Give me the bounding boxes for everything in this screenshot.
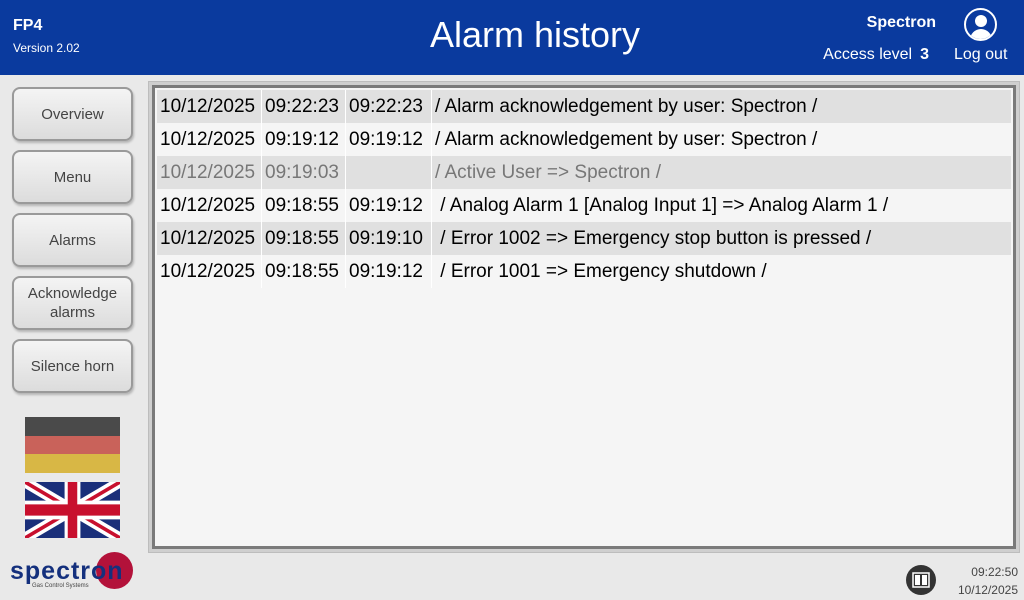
cell-time-off	[345, 156, 431, 189]
menu-button[interactable]: Menu	[12, 150, 133, 204]
table-row[interactable]: 10/12/2025 09:18:55 09:19:12 / Analog Al…	[157, 189, 1011, 222]
uk-flag-icon[interactable]	[22, 476, 123, 544]
cell-message: / Error 1001 => Emergency shutdown /	[431, 255, 1011, 288]
cell-date: 10/12/2025	[160, 95, 256, 117]
table-row[interactable]: 10/12/2025 09:19:03 / Active User => Spe…	[157, 156, 1011, 189]
access-level-value: 3	[920, 46, 929, 63]
table-row[interactable]: 10/12/2025 09:18:55 09:19:10 / Error 100…	[157, 222, 1011, 255]
overview-button[interactable]: Overview	[12, 87, 133, 141]
cell-message: / Analog Alarm 1 [Analog Input 1] => Ana…	[431, 189, 1011, 222]
current-user: Spectron	[866, 14, 936, 31]
cell-date: 10/12/2025	[160, 260, 256, 282]
table-row[interactable]: 10/12/2025 09:22:23 09:22:23 / Alarm ack…	[157, 90, 1011, 123]
cell-time-on: 09:18:55	[261, 189, 345, 222]
cell-date: 10/12/2025	[160, 128, 256, 150]
cell-time-off: 09:19:12	[345, 255, 431, 288]
logout-button[interactable]: Log out	[954, 46, 1007, 64]
alarm-history-table[interactable]: 10/12/2025 09:22:23 09:22:23 / Alarm ack…	[157, 90, 1011, 288]
cell-time-on: 09:18:55	[261, 255, 345, 288]
cell-date: 10/12/2025	[160, 227, 256, 249]
header-bar: FP4 Version 2.02 Alarm history Spectron …	[0, 0, 1024, 75]
cell-time-on: 09:19:03	[261, 156, 345, 189]
logo-tagline: Gas Control Systems	[32, 583, 89, 589]
logo-brand: spectron	[10, 557, 124, 585]
cell-message: / Active User => Spectron /	[431, 156, 1011, 189]
cell-time-off: 09:19:12	[345, 189, 431, 222]
cell-time-off: 09:19:12	[345, 123, 431, 156]
cell-message: / Alarm acknowledgement by user: Spectro…	[431, 123, 1011, 156]
cell-time-on: 09:22:23	[261, 90, 345, 123]
status-date: 10/12/2025	[957, 583, 1018, 597]
acknowledge-alarms-button[interactable]: Acknowledge alarms	[12, 276, 133, 330]
cell-time-on: 09:19:12	[261, 123, 345, 156]
status-time: 09:22:50	[971, 565, 1018, 579]
german-flag-icon[interactable]	[25, 417, 120, 473]
manual-book-icon[interactable]	[906, 565, 936, 595]
cell-date: 10/12/2025	[160, 161, 256, 183]
access-level: Access level 3	[823, 46, 929, 64]
table-row[interactable]: 10/12/2025 09:18:55 09:19:12 / Error 100…	[157, 255, 1011, 288]
access-level-label: Access level	[823, 46, 913, 63]
cell-date: 10/12/2025	[160, 194, 256, 216]
cell-message: / Error 1002 => Emergency stop button is…	[431, 222, 1011, 255]
user-avatar-icon[interactable]	[964, 8, 997, 41]
alarms-button[interactable]: Alarms	[12, 213, 133, 267]
cell-message: / Alarm acknowledgement by user: Spectro…	[431, 90, 1011, 123]
cell-time-off: 09:22:23	[345, 90, 431, 123]
cell-time-on: 09:18:55	[261, 222, 345, 255]
cell-time-off: 09:19:10	[345, 222, 431, 255]
table-row[interactable]: 10/12/2025 09:19:12 09:19:12 / Alarm ack…	[157, 123, 1011, 156]
spectron-logo: spectron Gas Control Systems	[10, 552, 135, 592]
silence-horn-button[interactable]: Silence horn	[12, 339, 133, 393]
alarm-history-panel: 10/12/2025 09:22:23 09:22:23 / Alarm ack…	[148, 81, 1020, 553]
